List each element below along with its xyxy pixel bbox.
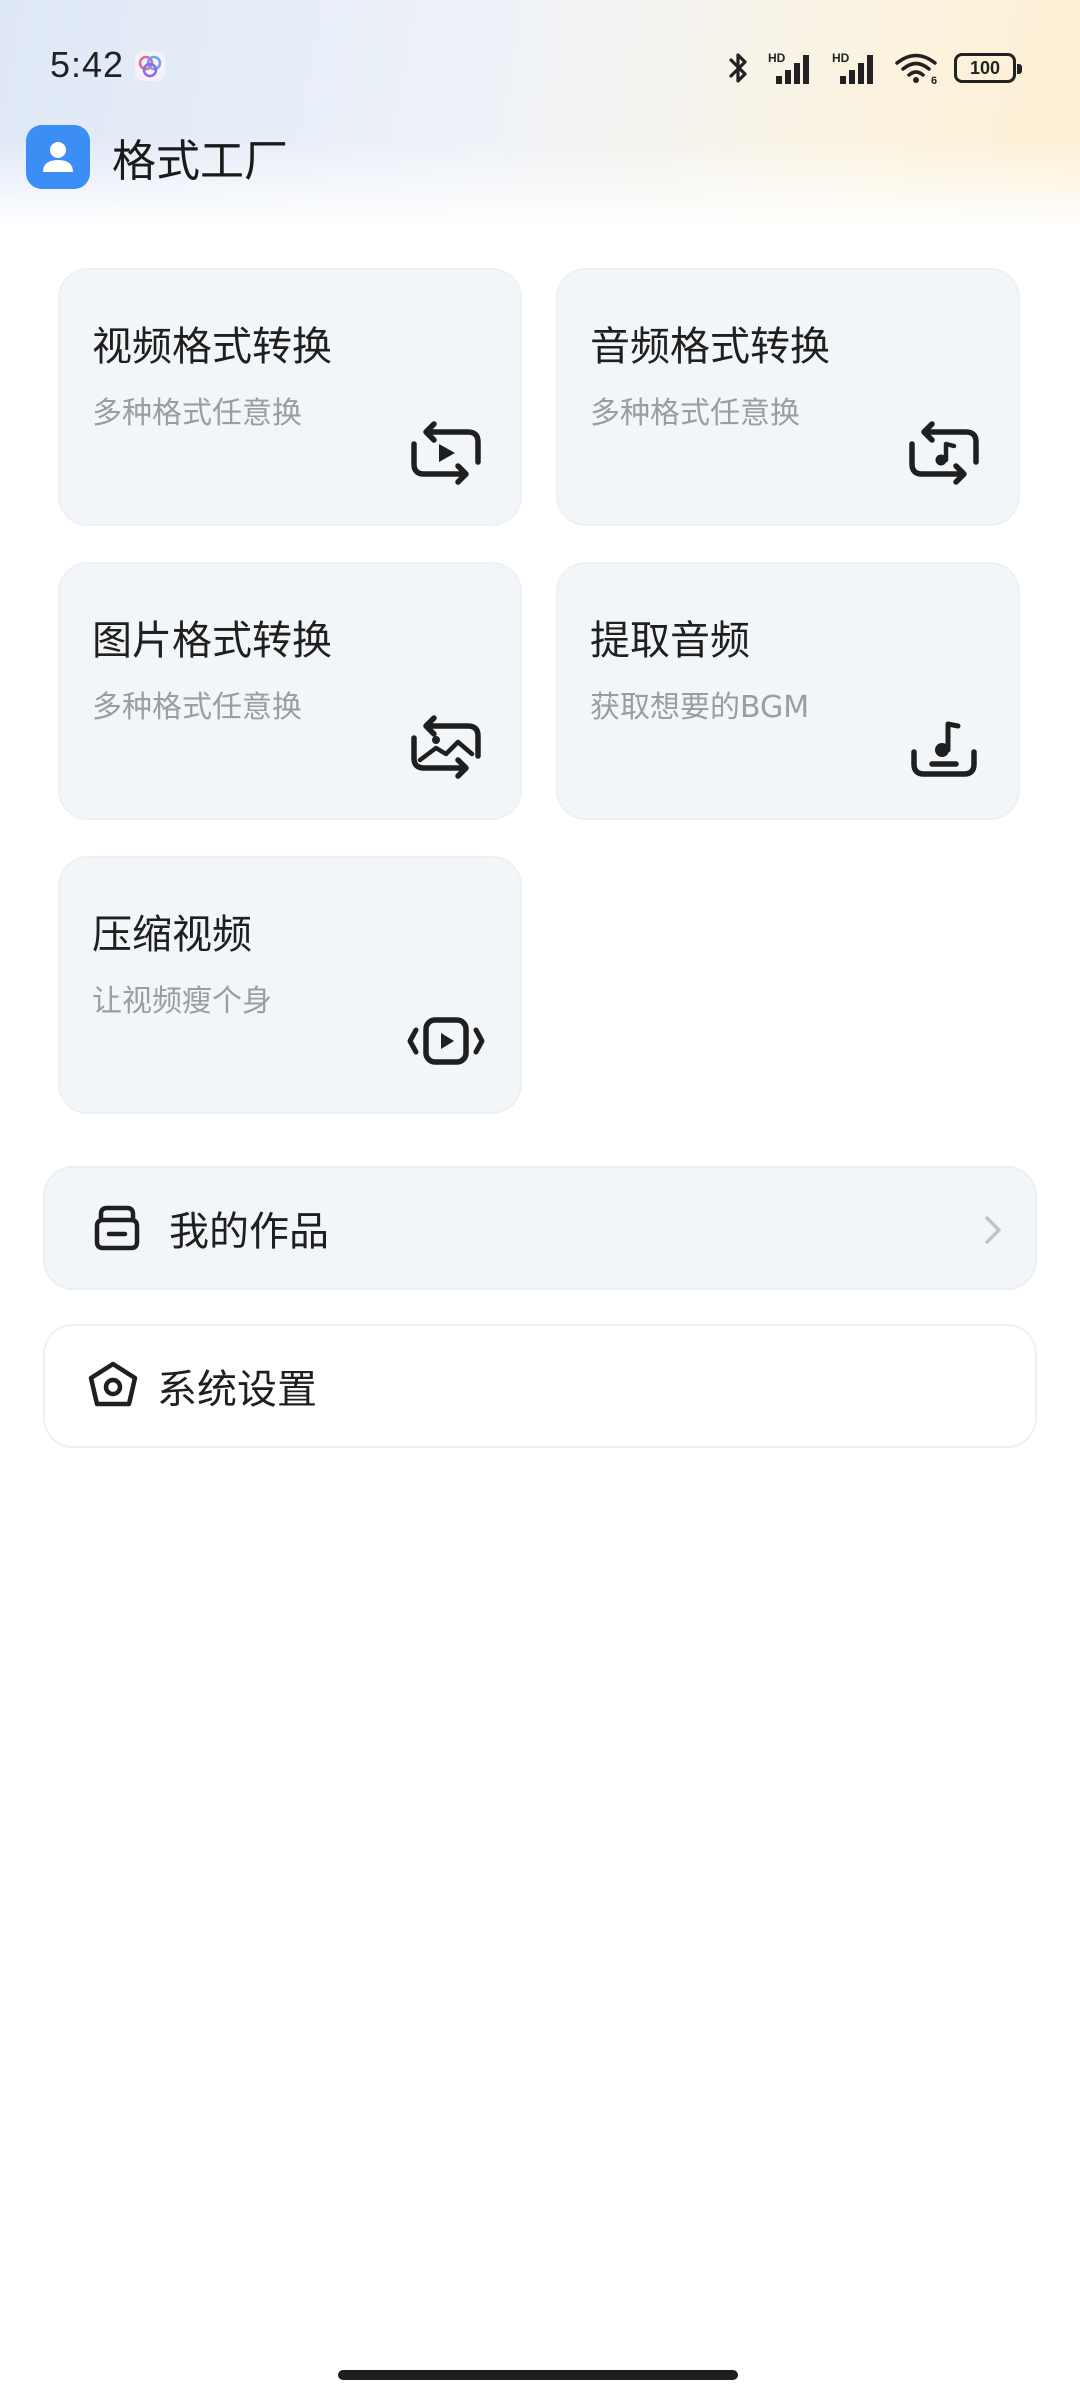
status-icons: HD HD 6 100: [726, 48, 1022, 88]
video-convert-card[interactable]: 视频格式转换 多种格式任意换: [58, 268, 522, 526]
card-subtitle: 多种格式任意换: [92, 690, 302, 725]
my-works-row[interactable]: 我的作品: [43, 1166, 1037, 1290]
compress-video-card[interactable]: 压缩视频 让视频瘦个身: [58, 856, 522, 1114]
svg-text:6: 6: [931, 75, 937, 86]
app-title: 格式工厂: [112, 136, 288, 187]
my-works-label: 我的作品: [169, 1209, 329, 1255]
settings-pentagon-icon: [85, 1358, 141, 1414]
card-title: 图片格式转换: [92, 618, 332, 664]
user-avatar-icon[interactable]: [26, 125, 90, 189]
image-convert-icon: [406, 712, 486, 782]
svg-text:HD: HD: [832, 51, 850, 65]
image-convert-card[interactable]: 图片格式转换 多种格式任意换: [58, 562, 522, 820]
system-settings-row[interactable]: 系统设置: [43, 1324, 1037, 1448]
card-title: 音频格式转换: [590, 324, 830, 370]
wifi-6-icon: 6: [894, 50, 940, 86]
card-subtitle: 让视频瘦个身: [92, 984, 272, 1019]
bluetooth-icon: [726, 50, 752, 86]
card-title: 压缩视频: [92, 912, 252, 958]
card-subtitle: 获取想要的BGM: [590, 690, 810, 725]
app-bar: 格式工厂: [26, 124, 288, 190]
extract-audio-icon: [904, 712, 984, 782]
notification-app-icon: [134, 50, 166, 82]
extract-audio-card[interactable]: 提取音频 获取想要的BGM: [556, 562, 1020, 820]
signal-hd-icon: HD: [766, 50, 816, 86]
status-bar: 5:42 HD HD 6 100: [0, 0, 1080, 130]
audio-convert-card[interactable]: 音频格式转换 多种格式任意换: [556, 268, 1020, 526]
status-time: 5:42: [50, 44, 125, 85]
battery-icon: 100: [954, 53, 1022, 83]
card-subtitle: 多种格式任意换: [92, 396, 302, 431]
card-title: 提取音频: [590, 618, 750, 664]
video-convert-icon: [406, 418, 486, 488]
chevron-right-icon: [981, 1210, 1005, 1250]
card-title: 视频格式转换: [92, 324, 332, 370]
system-settings-label: 系统设置: [157, 1367, 317, 1413]
audio-convert-icon: [904, 418, 984, 488]
signal-hd-icon: HD: [830, 50, 880, 86]
card-subtitle: 多种格式任意换: [590, 396, 800, 431]
home-indicator[interactable]: [338, 2370, 738, 2380]
svg-text:HD: HD: [768, 51, 786, 65]
compress-video-icon: [406, 1006, 486, 1076]
inbox-icon: [89, 1200, 145, 1256]
